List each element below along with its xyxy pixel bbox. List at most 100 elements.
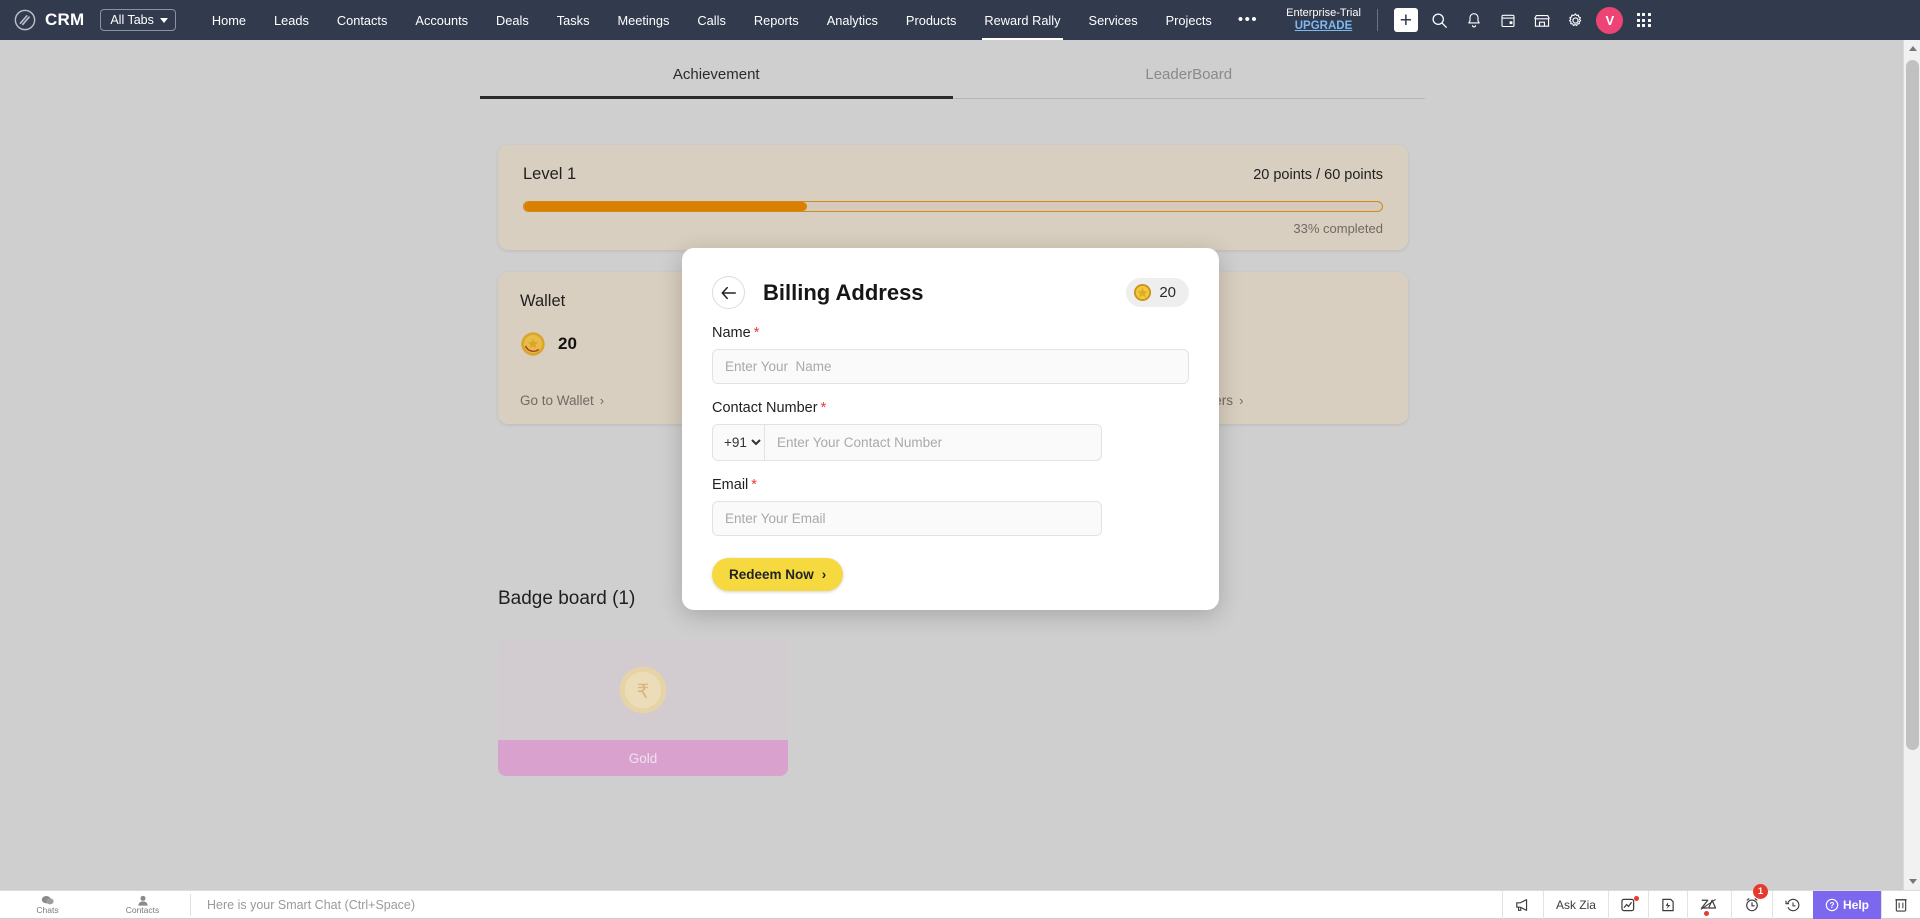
user-avatar-button[interactable]: V — [1594, 4, 1626, 36]
triangle-down-icon — [1909, 879, 1917, 884]
bottom-left-tools: Chats Contacts Here is your Smart Chat (… — [0, 891, 415, 919]
help-button[interactable]: ? Help — [1813, 891, 1881, 919]
chats-button[interactable]: Chats — [0, 891, 95, 919]
svg-text:?: ? — [1830, 901, 1835, 910]
coin-balance-value: 20 — [1159, 284, 1176, 301]
triangle-up-icon — [1909, 46, 1917, 51]
calendar-icon — [1500, 12, 1516, 29]
brand[interactable]: CRM — [0, 9, 84, 31]
apps-grid-button[interactable] — [1628, 4, 1660, 36]
plus-icon: + — [1394, 8, 1418, 32]
email-label: Email* — [712, 477, 1189, 493]
help-circle-icon: ? — [1825, 898, 1839, 912]
lightning-note-icon — [1661, 898, 1675, 912]
scroll-down-button[interactable] — [1904, 873, 1920, 890]
nav-item-services[interactable]: Services — [1075, 0, 1152, 40]
name-label: Name* — [712, 325, 1189, 341]
history-button[interactable] — [1772, 891, 1813, 919]
contact-label: Contact Number* — [712, 400, 1189, 416]
email-label-text: Email — [712, 477, 748, 493]
nav-item-analytics[interactable]: Analytics — [813, 0, 892, 40]
marketplace-icon — [1533, 12, 1551, 29]
modal-header: Billing Address 20 — [712, 276, 1189, 309]
nav-divider — [1377, 9, 1378, 31]
chats-label: Chats — [36, 906, 58, 915]
settings-button[interactable] — [1560, 4, 1592, 36]
vertical-scrollbar[interactable] — [1903, 40, 1920, 890]
top-navigation-bar: CRM All Tabs Home Leads Contacts Account… — [0, 0, 1920, 40]
nav-icons: + — [1390, 4, 1660, 36]
name-label-text: Name — [712, 325, 751, 341]
country-code-select[interactable]: +91 — [713, 425, 765, 460]
nav-item-tasks[interactable]: Tasks — [543, 0, 604, 40]
required-asterisk: * — [754, 325, 760, 341]
zia-voice-icon — [1700, 898, 1719, 912]
search-icon — [1431, 12, 1448, 29]
marketplace-button[interactable] — [1526, 4, 1558, 36]
alarm-icon — [1744, 897, 1760, 912]
required-asterisk: * — [751, 477, 757, 493]
name-input[interactable] — [712, 349, 1189, 384]
email-field-group: Email* — [712, 477, 1189, 536]
nav-more-icon[interactable]: ••• — [1226, 0, 1270, 40]
calendar-button[interactable] — [1492, 4, 1524, 36]
contacts-label: Contacts — [126, 906, 160, 915]
nav-item-reward-rally[interactable]: Reward Rally — [970, 0, 1074, 40]
contact-input-row: +91 — [712, 424, 1102, 461]
trash-icon — [1894, 897, 1908, 912]
upgrade-link[interactable]: UPGRADE — [1286, 20, 1361, 32]
bottom-status-bar: Chats Contacts Here is your Smart Chat (… — [0, 890, 1920, 918]
crm-logo-icon — [14, 9, 36, 31]
email-input[interactable] — [712, 501, 1102, 536]
back-button[interactable] — [712, 276, 745, 309]
chevron-down-icon — [160, 18, 168, 23]
gear-icon — [1567, 12, 1584, 29]
required-asterisk: * — [821, 400, 827, 416]
lightning-note-button[interactable] — [1648, 891, 1687, 919]
back-arrow-icon — [721, 286, 737, 300]
modal-title: Billing Address — [763, 280, 924, 306]
nav-item-home[interactable]: Home — [198, 0, 260, 40]
nav-item-reports[interactable]: Reports — [740, 0, 813, 40]
status-dot — [1634, 896, 1639, 901]
gold-coin-icon — [1133, 283, 1152, 302]
nav-item-deals[interactable]: Deals — [482, 0, 543, 40]
nav-links: Home Leads Contacts Accounts Deals Tasks… — [198, 0, 1270, 40]
redeem-now-button[interactable]: Redeem Now › — [712, 558, 843, 591]
contacts-button[interactable]: Contacts — [95, 891, 190, 919]
nav-item-leads[interactable]: Leads — [260, 0, 323, 40]
all-tabs-dropdown[interactable]: All Tabs — [100, 9, 176, 31]
add-button[interactable]: + — [1390, 4, 1422, 36]
announcement-icon — [1515, 898, 1531, 912]
trial-label: Enterprise-Trial — [1286, 8, 1361, 20]
search-button[interactable] — [1424, 4, 1456, 36]
contact-number-input[interactable] — [765, 425, 1101, 460]
trial-status: Enterprise-Trial UPGRADE — [1286, 8, 1361, 32]
history-icon — [1785, 898, 1801, 912]
zia-voice-button[interactable] — [1687, 891, 1731, 919]
status-dot — [1704, 911, 1709, 916]
nav-item-projects[interactable]: Projects — [1152, 0, 1226, 40]
smart-chat-input[interactable]: Here is your Smart Chat (Ctrl+Space) — [207, 898, 415, 912]
announcement-button[interactable] — [1502, 891, 1543, 919]
notification-badge: 1 — [1753, 884, 1768, 899]
modal-overlay: Billing Address 20 Name* Contact Number* — [0, 40, 1903, 890]
nav-item-meetings[interactable]: Meetings — [603, 0, 683, 40]
ask-zia-button[interactable]: Ask Zia — [1543, 891, 1608, 919]
nav-item-calls[interactable]: Calls — [683, 0, 739, 40]
trash-button[interactable] — [1881, 891, 1920, 919]
alarm-button[interactable]: 1 — [1731, 891, 1772, 919]
name-field-group: Name* — [712, 325, 1189, 384]
chart-note-button[interactable] — [1608, 891, 1648, 919]
nav-item-products[interactable]: Products — [892, 0, 971, 40]
scroll-up-button[interactable] — [1904, 40, 1920, 57]
nav-item-accounts[interactable]: Accounts — [401, 0, 482, 40]
chevron-right-icon: › — [822, 567, 827, 582]
avatar: V — [1596, 7, 1623, 34]
nav-item-contacts[interactable]: Contacts — [323, 0, 402, 40]
scrollbar-thumb[interactable] — [1906, 60, 1919, 750]
help-label: Help — [1843, 898, 1869, 912]
coin-balance-pill: 20 — [1126, 278, 1189, 307]
bottom-divider — [190, 894, 191, 916]
notifications-button[interactable] — [1458, 4, 1490, 36]
